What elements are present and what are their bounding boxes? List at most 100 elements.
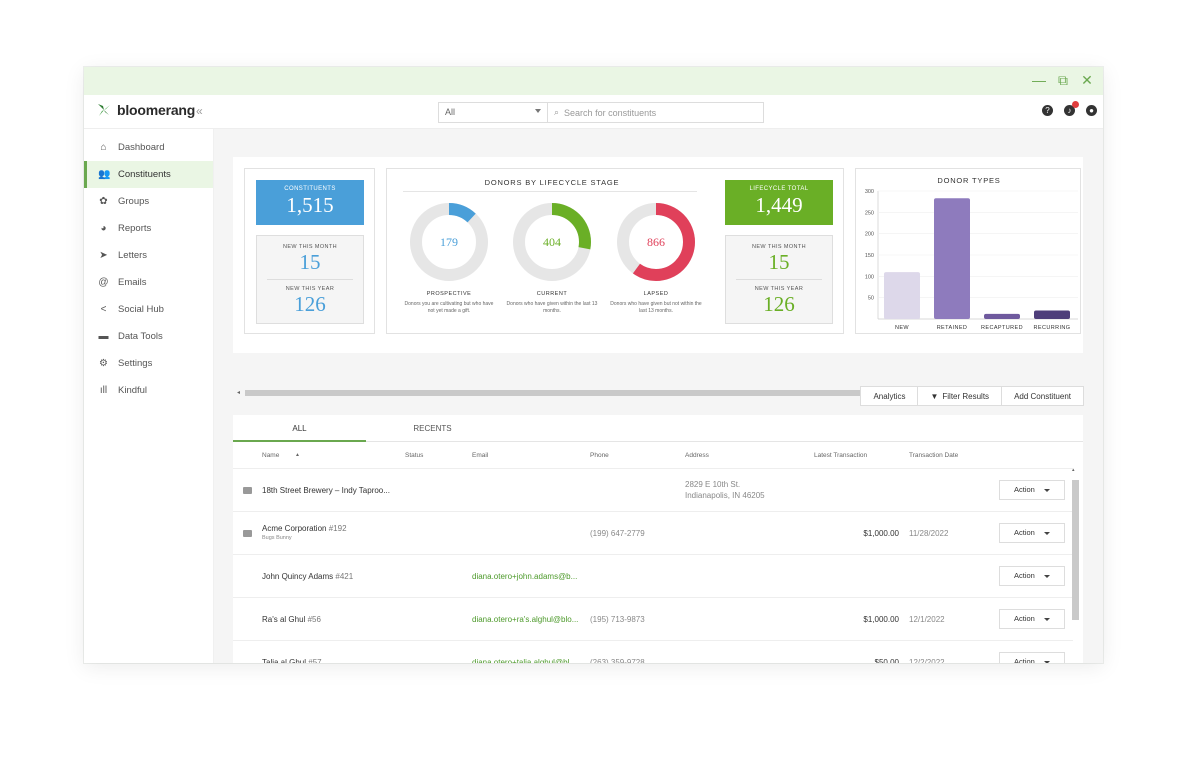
sidebar-item-social-hub[interactable]: < Social Hub bbox=[84, 296, 213, 323]
column-header-name[interactable]: Name bbox=[262, 452, 279, 459]
sidebar-item-data-tools[interactable]: ▬ Data Tools bbox=[84, 323, 213, 350]
restore-icon[interactable]: ⧉ bbox=[1055, 72, 1071, 88]
bar-new[interactable] bbox=[884, 272, 920, 319]
sidebar-item-groups[interactable]: ✿ Groups bbox=[84, 188, 213, 215]
sidebar-item-constituents[interactable]: 👥 Constituents bbox=[84, 161, 213, 188]
bar-recurring[interactable] bbox=[1034, 310, 1070, 319]
sidebar: ⌂ Dashboard 👥 Constituents ✿ Groups ◕ Re… bbox=[84, 129, 214, 663]
row-name-cell[interactable]: Acme Corporation #192 Bugs Bunny bbox=[262, 524, 347, 541]
help-icon[interactable]: ? bbox=[1042, 105, 1053, 116]
donut-label-lapsed: LAPSED bbox=[643, 291, 669, 297]
lifecycle-new-box: NEW THIS MONTH 15 NEW THIS YEAR 126 bbox=[725, 235, 833, 324]
row-name-cell[interactable]: 18th Street Brewery – Indy Taproo... bbox=[262, 486, 390, 495]
y-tick-label: 50 bbox=[868, 296, 874, 302]
column-header-address[interactable]: Address bbox=[685, 452, 709, 459]
collapse-sidebar-button[interactable]: « bbox=[196, 104, 203, 118]
search-input[interactable]: ⌕ Search for constituents bbox=[548, 102, 764, 123]
minimize-icon[interactable]: — bbox=[1031, 72, 1047, 88]
row-action-button[interactable]: Action bbox=[999, 652, 1065, 663]
row-address-line2: Indianapolis, IN 46205 bbox=[685, 491, 765, 500]
row-id: #192 bbox=[328, 524, 347, 533]
table-row[interactable]: John Quincy Adams #421 diana.otero+john.… bbox=[233, 555, 1073, 598]
bars-icon: ıll bbox=[99, 385, 108, 396]
lifecycle-new-year-label: NEW THIS YEAR bbox=[754, 286, 804, 292]
filter-icon: ▼ bbox=[930, 391, 939, 401]
row-phone: (195) 713-9873 bbox=[590, 615, 645, 624]
list-toolbar: Analytics ▼ Filter Results Add Constituen… bbox=[860, 386, 1084, 406]
sort-asc-icon[interactable]: ▲ bbox=[295, 452, 300, 458]
tab-recents[interactable]: RECENTS bbox=[366, 415, 499, 442]
column-header-latest-transaction[interactable]: Latest Transaction bbox=[814, 452, 867, 459]
user-icon[interactable]: ● bbox=[1086, 105, 1097, 116]
row-action-button[interactable]: Action bbox=[999, 480, 1065, 500]
row-action-button[interactable]: Action bbox=[999, 609, 1065, 629]
constituents-card: CONSTITUENTS 1,515 NEW THIS MONTH 15 NEW… bbox=[244, 168, 375, 334]
y-tick-label: 200 bbox=[865, 232, 874, 238]
lifecycle-total[interactable]: LIFECYCLE TOTAL 1,449 bbox=[725, 180, 833, 225]
y-tick-label: 250 bbox=[865, 210, 874, 216]
organization-icon bbox=[243, 487, 252, 494]
row-name-cell[interactable]: John Quincy Adams #421 bbox=[262, 572, 353, 581]
row-email[interactable]: diana.otero+john.adams@b... bbox=[472, 572, 584, 581]
sidebar-item-kindful[interactable]: ıll Kindful bbox=[84, 377, 213, 404]
bar-recaptured[interactable] bbox=[984, 313, 1020, 319]
row-email[interactable]: diana.otero+talia.alghul@bl... bbox=[472, 658, 584, 663]
donut-value-current: 404 bbox=[543, 235, 561, 249]
row-name[interactable]: Ra's al Ghul bbox=[262, 615, 305, 624]
close-icon[interactable]: ✕ bbox=[1079, 72, 1095, 88]
dashboard-panel: CONSTITUENTS 1,515 NEW THIS MONTH 15 NEW… bbox=[233, 157, 1083, 396]
bell-icon[interactable]: ♪ bbox=[1064, 101, 1079, 116]
sidebar-item-label: Constituents bbox=[118, 169, 171, 180]
row-name-cell[interactable]: Talia al Ghul #57 bbox=[262, 658, 322, 663]
share-icon: < bbox=[100, 304, 107, 315]
row-action-button[interactable]: Action bbox=[999, 523, 1065, 543]
sidebar-item-dashboard[interactable]: ⌂ Dashboard bbox=[84, 134, 213, 161]
constituents-value: 1,515 bbox=[286, 193, 334, 217]
search-scope-select[interactable]: All bbox=[438, 102, 548, 123]
sidebar-item-reports[interactable]: ◕ Reports bbox=[84, 215, 213, 242]
filter-results-button[interactable]: ▼ Filter Results bbox=[917, 386, 1003, 406]
table-row[interactable]: Talia al Ghul #57 diana.otero+talia.algh… bbox=[233, 641, 1073, 663]
scroll-up-icon[interactable]: ▴ bbox=[1072, 467, 1075, 473]
donut-value-prospective: 179 bbox=[440, 235, 458, 249]
sidebar-item-settings[interactable]: ⚙ Settings bbox=[84, 350, 213, 377]
donut-value-lapsed: 866 bbox=[647, 235, 665, 249]
row-email[interactable]: diana.otero+ra's.alghul@blo... bbox=[472, 615, 584, 624]
chevron-down-icon bbox=[1044, 575, 1050, 578]
sidebar-item-emails[interactable]: @ Emails bbox=[84, 269, 213, 296]
logo[interactable]: bloomerang bbox=[96, 102, 195, 118]
add-constituent-button[interactable]: Add Constituent bbox=[1001, 386, 1084, 406]
row-latest-transaction: $1,000.00 bbox=[863, 529, 899, 538]
lifecycle-new-year-value: 126 bbox=[763, 292, 795, 316]
sidebar-item-label: Settings bbox=[118, 358, 153, 369]
table-scrollbar-thumb[interactable] bbox=[1072, 480, 1079, 620]
column-header-status[interactable]: Status bbox=[405, 452, 423, 459]
row-name[interactable]: John Quincy Adams bbox=[262, 572, 333, 581]
search-scope-value: All bbox=[445, 107, 456, 117]
constituents-total[interactable]: CONSTITUENTS 1,515 bbox=[256, 180, 364, 225]
sidebar-item-label: Emails bbox=[118, 277, 147, 288]
chevron-down-icon bbox=[1044, 618, 1050, 621]
list-tabs: ALL RECENTS bbox=[233, 415, 1083, 442]
bar-retained[interactable] bbox=[934, 198, 970, 319]
row-transaction-date: 12/1/2022 bbox=[909, 615, 945, 624]
tab-all[interactable]: ALL bbox=[233, 415, 366, 442]
app-window: — ⧉ ✕ bloomerang « All ⌕ Search for cons… bbox=[84, 67, 1103, 663]
row-name-cell[interactable]: Ra's al Ghul #56 bbox=[262, 615, 321, 624]
column-header-transaction-date[interactable]: Transaction Date bbox=[909, 452, 958, 459]
sidebar-item-letters[interactable]: ➤ Letters bbox=[84, 242, 213, 269]
column-header-phone[interactable]: Phone bbox=[590, 452, 609, 459]
table-scrollbar[interactable]: ▴ bbox=[1071, 467, 1079, 620]
row-action-button[interactable]: Action bbox=[999, 566, 1065, 586]
row-name[interactable]: Acme Corporation bbox=[262, 524, 326, 533]
table-row[interactable]: Acme Corporation #192 Bugs Bunny (199) 6… bbox=[233, 512, 1073, 555]
scroll-left-icon[interactable]: ◂ bbox=[237, 389, 240, 396]
row-name[interactable]: 18th Street Brewery – Indy Taproo... bbox=[262, 486, 390, 495]
sidebar-item-label: Data Tools bbox=[118, 331, 163, 342]
lifecycle-new-month-value: 15 bbox=[768, 250, 790, 274]
column-header-email[interactable]: Email bbox=[472, 452, 488, 459]
table-row[interactable]: Ra's al Ghul #56 diana.otero+ra's.alghul… bbox=[233, 598, 1073, 641]
row-name[interactable]: Talia al Ghul bbox=[262, 658, 306, 663]
table-row[interactable]: 18th Street Brewery – Indy Taproo... 282… bbox=[233, 469, 1073, 512]
analytics-button[interactable]: Analytics bbox=[860, 386, 919, 406]
